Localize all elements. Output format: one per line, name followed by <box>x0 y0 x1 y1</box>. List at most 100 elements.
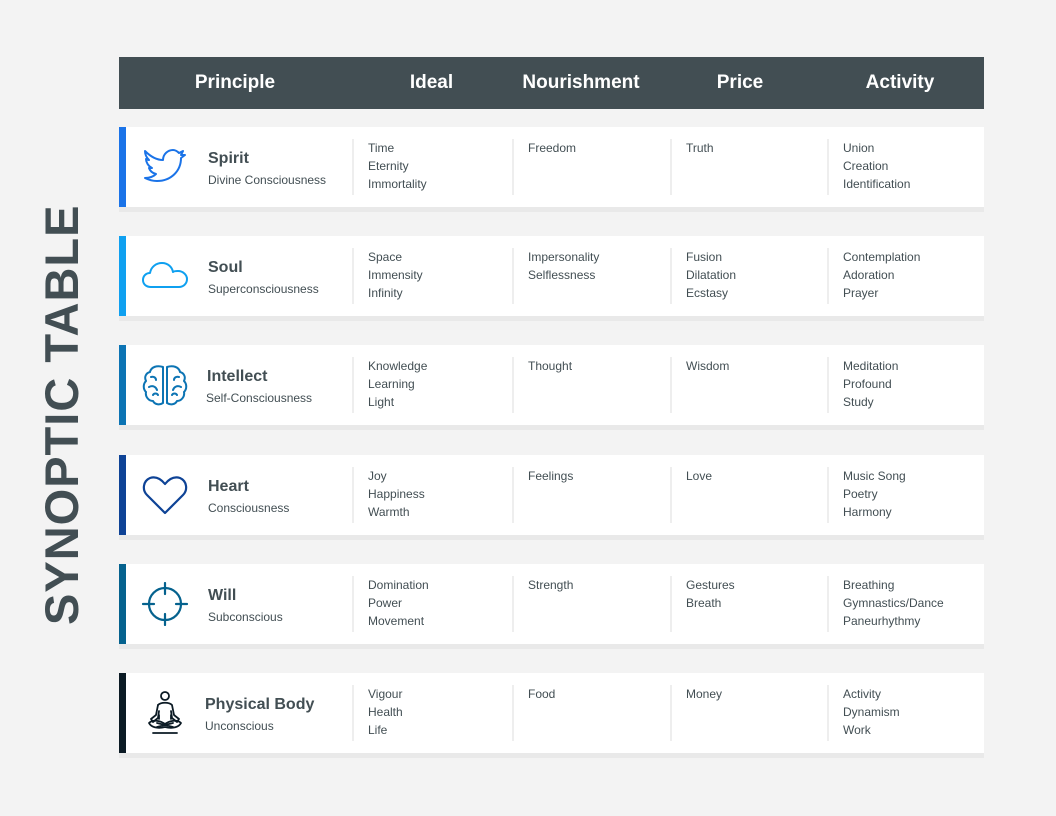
cell-item: Love <box>686 469 713 483</box>
cell-item: Impersonality <box>528 250 600 264</box>
principle-subtitle: Superconsciousness <box>208 282 319 296</box>
cell-item: Light <box>368 395 395 409</box>
cell-item: Work <box>843 723 871 737</box>
cell-item: Dynamism <box>843 705 900 719</box>
cell-item: Happiness <box>368 487 425 501</box>
cell-item: Gestures <box>686 578 735 592</box>
cell-item: Gymnastics/Dance <box>843 596 944 610</box>
cell-ideal: Domination Power Movement <box>352 576 508 632</box>
cell-item: Harmony <box>843 505 892 519</box>
principle-subtitle: Self-Consciousness <box>206 391 313 405</box>
table-header: Principle Ideal Nourishment Price Activi… <box>119 57 984 109</box>
table-row: Spirit Divine Consciousness Time Eternity Im… <box>119 127 984 207</box>
principle-name: Soul <box>208 259 243 276</box>
cell-item: Truth <box>686 141 714 155</box>
cell-nourishment: Thought <box>512 357 668 413</box>
cell-item: Meditation <box>843 359 899 373</box>
accent-bar <box>119 345 126 425</box>
cell-nourishment: Impersonality Selflessness <box>512 248 668 304</box>
cell-item: Selflessness <box>528 268 596 282</box>
cell-ideal: Space Immensity Infinity <box>352 248 508 304</box>
cell-item: Money <box>686 687 723 701</box>
crosshair-icon <box>141 581 189 627</box>
principle-name: Intellect <box>207 368 268 385</box>
cell-item: Music Song <box>843 469 906 483</box>
principle-name: Will <box>208 587 237 604</box>
cell-item: Poetry <box>843 487 878 501</box>
cell-price: Truth <box>670 139 826 195</box>
header-nourishment: Nourishment <box>522 72 640 93</box>
cell-price: Gestures Breath <box>670 576 826 632</box>
cell-item: Fusion <box>686 250 723 264</box>
accent-bar <box>119 673 126 753</box>
cell-price: Love <box>670 467 826 523</box>
header-principle: Principle <box>194 72 276 93</box>
cell-price: Fusion Dilatation Ecstasy <box>670 248 826 304</box>
cell-item: Breathing <box>843 578 895 592</box>
table-row: Heart Consciousness Joy Happiness Warmth Feel… <box>119 455 984 535</box>
cell-item: Wisdom <box>686 359 730 373</box>
cell-item: Breath <box>686 596 722 610</box>
cloud-icon <box>141 254 189 298</box>
principle-subtitle: Unconscious <box>205 719 274 733</box>
cell-item: Life <box>368 723 388 737</box>
cell-item: Dilatation <box>686 268 737 282</box>
cell-activity: Music Song Poetry Harmony <box>827 467 983 523</box>
cell-item: Movement <box>368 614 425 628</box>
principle-name: Heart <box>208 478 249 495</box>
cell-item: Power <box>368 596 403 610</box>
accent-bar <box>119 236 126 316</box>
cell-activity: Meditation Profound Study <box>827 357 983 413</box>
accent-bar <box>119 564 126 644</box>
table-row: Soul Superconsciousness Space Immensity Infi… <box>119 236 984 316</box>
cell-ideal: Joy Happiness Warmth <box>352 467 508 523</box>
cell-item: Infinity <box>368 286 403 300</box>
brain-icon <box>141 363 189 407</box>
cell-activity: Union Creation Identification <box>827 139 983 195</box>
cell-nourishment: Feelings <box>512 467 668 523</box>
cell-item: Identification <box>843 177 911 191</box>
principle-subtitle: Subconscious <box>208 610 283 624</box>
cell-item: Creation <box>843 159 889 173</box>
cell-nourishment: Food <box>512 685 668 741</box>
accent-bar <box>119 455 126 535</box>
cell-item: Immortality <box>368 177 427 191</box>
table-row: Physical Body Unconscious Vigour Health Life… <box>119 673 984 753</box>
cell-ideal: Knowledge Learning Light <box>352 357 508 413</box>
header-ideal: Ideal <box>409 72 454 93</box>
cell-item: Space <box>368 250 403 264</box>
cell-item: Activity <box>843 687 882 701</box>
cell-item: Immensity <box>368 268 423 282</box>
cell-item: Vigour <box>368 687 403 701</box>
cell-ideal: Vigour Health Life <box>352 685 508 741</box>
cell-item: Ecstasy <box>686 286 729 300</box>
cell-nourishment: Strength <box>512 576 668 632</box>
cell-item: Thought <box>528 359 573 373</box>
page-title: SYNOPTIC TABLE <box>35 204 88 625</box>
cell-item: Feelings <box>528 469 574 483</box>
cell-item: Paneurhythmy <box>843 614 921 628</box>
cell-item: Food <box>528 687 556 701</box>
cell-ideal: Time Eternity Immortality <box>352 139 508 195</box>
table-row: Intellect Self-Consciousness Knowledge Lear… <box>119 345 984 425</box>
principle-name: Physical Body <box>205 696 315 713</box>
heart-icon <box>141 473 189 517</box>
principle-subtitle: Divine Consciousness <box>208 173 327 187</box>
bird-icon <box>141 145 189 189</box>
cell-item: Profound <box>843 377 892 391</box>
cell-item: Contemplation <box>843 250 921 264</box>
cell-item: Strength <box>528 578 574 592</box>
cell-item: Freedom <box>528 141 577 155</box>
cell-item: Eternity <box>368 159 409 173</box>
cell-item: Learning <box>368 377 415 391</box>
table-row: Will Subconscious Domination Power Movement S… <box>119 564 984 644</box>
header-activity: Activity <box>865 72 935 93</box>
cell-nourishment: Freedom <box>512 139 668 195</box>
cell-item: Adoration <box>843 268 895 282</box>
header-price: Price <box>716 72 764 93</box>
cell-item: Study <box>843 395 874 409</box>
cell-activity: Contemplation Adoration Prayer <box>827 248 983 304</box>
cell-item: Domination <box>368 578 429 592</box>
cell-item: Joy <box>368 469 387 483</box>
accent-bar <box>119 127 126 207</box>
